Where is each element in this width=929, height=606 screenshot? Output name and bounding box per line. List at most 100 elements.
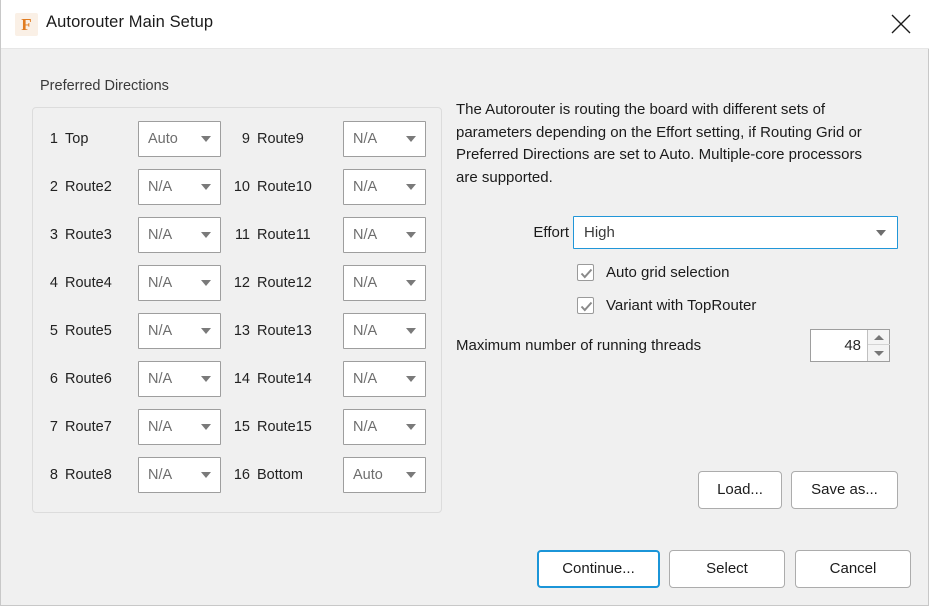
chevron-down-icon — [406, 280, 416, 286]
chevron-down-icon — [201, 280, 211, 286]
load-button[interactable]: Load... — [698, 471, 782, 509]
chevron-down-icon — [406, 136, 416, 142]
max-threads-value: 48 — [844, 337, 861, 354]
chevron-down-icon — [201, 232, 211, 238]
row-number: 3 — [49, 227, 58, 243]
chevron-down-icon — [876, 230, 886, 236]
effort-label: Effort — [533, 224, 569, 241]
chevron-down-icon — [201, 328, 211, 334]
row-number: 11 — [234, 227, 250, 243]
auto-grid-selection-label: Auto grid selection — [606, 264, 730, 281]
direction-value: N/A — [353, 371, 378, 387]
chevron-down-icon — [406, 184, 416, 190]
direction-combobox[interactable]: N/A — [138, 169, 221, 205]
row-number: 7 — [49, 419, 58, 435]
window-title: Autorouter Main Setup — [46, 13, 214, 31]
row-number: 10 — [233, 179, 250, 195]
row-label: Top — [65, 131, 89, 147]
close-button[interactable] — [872, 0, 929, 48]
row-number: 8 — [49, 467, 58, 483]
select-button-label: Select — [706, 560, 748, 577]
chevron-down-icon — [201, 184, 211, 190]
row-label: Route4 — [65, 275, 112, 291]
row-label: Route9 — [257, 131, 304, 147]
continue-button[interactable]: Continue... — [537, 550, 660, 588]
description-text: The Autorouter is routing the board with… — [456, 101, 863, 186]
row-label: Route12 — [257, 275, 312, 291]
row-label: Route13 — [257, 323, 312, 339]
max-threads-stepper[interactable]: 48 — [810, 329, 890, 362]
direction-combobox[interactable]: N/A — [138, 361, 221, 397]
chevron-down-icon — [406, 472, 416, 478]
row-label: Route6 — [65, 371, 112, 387]
direction-combobox[interactable]: N/A — [138, 217, 221, 253]
autorouter-main-setup-dialog: F Autorouter Main Setup Preferred Direct… — [0, 0, 929, 606]
direction-value: N/A — [353, 227, 378, 243]
direction-value: N/A — [148, 419, 173, 435]
chevron-down-icon — [406, 232, 416, 238]
row-label: Route11 — [257, 227, 311, 243]
row-label: Route5 — [65, 323, 112, 339]
row-number: 12 — [233, 275, 250, 291]
titlebar: F Autorouter Main Setup — [1, 0, 929, 49]
direction-combobox[interactable]: N/A — [343, 409, 426, 445]
row-label: Route3 — [65, 227, 112, 243]
variant-with-toprouter-checkbox[interactable] — [577, 297, 594, 314]
preferred-directions-grid: 1 Top Auto 2 Route2 N/A 3 Route3 N/A 4 R… — [32, 107, 442, 513]
row-number: 13 — [233, 323, 250, 339]
direction-value: N/A — [353, 131, 378, 147]
direction-value: N/A — [148, 467, 173, 483]
stepper-decrement-button[interactable] — [868, 346, 890, 361]
row-number: 14 — [233, 371, 250, 387]
auto-grid-selection-checkbox[interactable] — [577, 264, 594, 281]
direction-combobox[interactable]: N/A — [343, 169, 426, 205]
direction-combobox[interactable]: N/A — [138, 313, 221, 349]
row-label: Route8 — [65, 467, 112, 483]
direction-value: N/A — [353, 323, 378, 339]
direction-value: N/A — [148, 179, 173, 195]
continue-button-label: Continue... — [562, 560, 635, 577]
max-threads-label: Maximum number of running threads — [456, 337, 702, 354]
chevron-down-icon — [201, 376, 211, 382]
direction-combobox[interactable]: N/A — [343, 217, 426, 253]
effort-combobox[interactable]: High — [573, 216, 898, 249]
row-number: 9 — [241, 131, 250, 147]
direction-combobox[interactable]: N/A — [343, 121, 426, 157]
direction-value: N/A — [148, 227, 173, 243]
direction-value: Auto — [353, 467, 383, 483]
chevron-down-icon — [201, 472, 211, 478]
stepper-increment-button[interactable] — [868, 330, 890, 345]
variant-with-toprouter-label: Variant with TopRouter — [606, 297, 757, 314]
direction-combobox[interactable]: Auto — [343, 457, 426, 493]
row-label: Route15 — [257, 419, 312, 435]
chevron-down-icon — [406, 424, 416, 430]
row-number: 5 — [49, 323, 58, 339]
save-as-button[interactable]: Save as... — [791, 471, 898, 509]
row-number: 1 — [49, 131, 58, 147]
app-icon: F — [15, 13, 38, 36]
direction-combobox[interactable]: Auto — [138, 121, 221, 157]
direction-combobox[interactable]: N/A — [138, 409, 221, 445]
check-icon — [580, 301, 593, 312]
save-as-button-label: Save as... — [811, 481, 878, 498]
select-button[interactable]: Select — [669, 550, 785, 588]
effort-value: High — [584, 224, 615, 241]
direction-combobox[interactable]: N/A — [343, 265, 426, 301]
direction-combobox[interactable]: N/A — [343, 361, 426, 397]
chevron-down-icon — [201, 424, 211, 430]
close-icon — [891, 14, 911, 34]
direction-value: N/A — [353, 419, 378, 435]
row-label: Bottom — [257, 467, 303, 483]
cancel-button[interactable]: Cancel — [795, 550, 911, 588]
row-number: 16 — [233, 467, 250, 483]
direction-combobox[interactable]: N/A — [138, 265, 221, 301]
load-button-label: Load... — [717, 481, 763, 498]
row-number: 4 — [49, 275, 58, 291]
chevron-down-icon — [406, 328, 416, 334]
chevron-down-icon — [406, 376, 416, 382]
preferred-directions-title: Preferred Directions — [40, 78, 169, 94]
direction-value: N/A — [353, 179, 378, 195]
direction-value: N/A — [148, 371, 173, 387]
direction-combobox[interactable]: N/A — [343, 313, 426, 349]
direction-combobox[interactable]: N/A — [138, 457, 221, 493]
